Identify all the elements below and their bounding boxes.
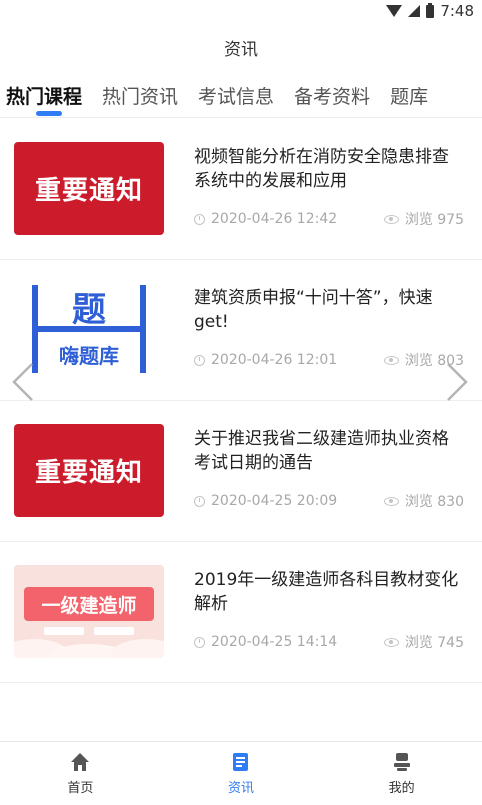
bottom-nav: 首页 资讯 我的 [0,741,482,805]
nav-item-home[interactable]: 首页 [0,742,161,805]
article-title: 2019年一级建造师各科目教材变化解析 [194,570,459,614]
profile-icon [393,753,410,771]
status-time: 7:48 [440,2,474,20]
list-item[interactable]: 重要通知 视频智能分析在消防安全隐患排查系统中的发展和应用 2020-04-26… [0,119,482,260]
tab-hot-news[interactable]: 热门资讯 [92,72,188,117]
tab-study-materials[interactable]: 备考资料 [284,72,380,117]
wifi-icon [386,5,403,17]
article-thumbnail: 重要通知 [14,142,164,235]
home-icon [71,753,90,771]
nav-item-news[interactable]: 资讯 [161,742,322,805]
nav-label-home: 首页 [67,781,94,796]
tab-exam-info[interactable]: 考试信息 [188,72,284,117]
category-tabs: 热门课程 热门资讯 考试信息 备考资料 题库 [0,72,482,118]
article-thumbnail: 一级建造师 [14,565,164,658]
battery-icon [426,2,435,18]
eye-icon [383,637,399,647]
eye-icon [383,496,399,506]
list-item[interactable]: 一级建造师 2019年一级建造师各科目教材变化解析 2020-04-25 14:… [0,542,482,683]
article-meta: 2020-04-26 12:01 浏览 803 [194,350,464,370]
list-item[interactable]: 题 嗨题库 建筑资质申报“十问十答”，快速get! 2020-04-26 12:… [0,260,482,401]
chevron-right-icon[interactable] [442,362,472,402]
promo-banner-graphic: 一级建造师 [14,565,164,658]
clock-icon [194,354,205,366]
nav-label-profile: 我的 [388,781,415,796]
page-title: 资讯 [224,39,258,60]
article-date: 2020-04-25 14:14 [211,634,338,650]
thumbnail-text-bottom: 嗨题库 [59,344,119,368]
nav-item-profile[interactable]: 我的 [321,742,482,805]
thumbnail-text: 重要通知 [34,176,143,206]
active-tab-indicator [36,111,62,116]
article-meta: 2020-04-25 14:14 浏览 745 [194,632,464,652]
article-thumbnail: 重要通知 [14,424,164,517]
thumbnail-text: 重要通知 [34,458,143,488]
article-list: 重要通知 视频智能分析在消防安全隐患排查系统中的发展和应用 2020-04-26… [0,119,482,683]
eye-icon [383,355,399,365]
signal-icon [408,5,421,17]
article-title: 建筑资质申报“十问十答”，快速get! [194,288,433,332]
article-title: 视频智能分析在消防安全隐患排查系统中的发展和应用 [194,147,449,191]
header: 资讯 [0,22,482,72]
thumbnail-text-top: 题 [72,290,106,330]
article-meta: 2020-04-26 12:42 浏览 975 [194,209,464,229]
news-icon [233,753,248,771]
article-title: 关于推迟我省二级建造师执业资格考试日期的通告 [194,429,449,473]
article-date: 2020-04-26 12:42 [211,211,338,227]
article-views: 浏览 745 [404,635,464,651]
article-date: 2020-04-26 12:01 [211,352,338,368]
clock-icon [194,495,205,507]
thumbnail-text: 一级建造师 [41,594,136,617]
article-meta: 2020-04-25 20:09 浏览 830 [194,491,464,511]
tab-question-bank[interactable]: 题库 [380,72,438,117]
article-date: 2020-04-25 20:09 [211,493,338,509]
eye-icon [383,214,399,224]
status-bar: 7:48 [0,0,482,22]
nav-label-news: 资讯 [228,781,255,796]
chevron-left-icon[interactable] [8,362,38,402]
clock-icon [194,636,205,648]
clock-icon [194,213,205,225]
list-item[interactable]: 重要通知 关于推迟我省二级建造师执业资格考试日期的通告 2020-04-25 2… [0,401,482,542]
article-views: 浏览 975 [404,212,464,228]
article-views: 浏览 830 [404,494,464,510]
